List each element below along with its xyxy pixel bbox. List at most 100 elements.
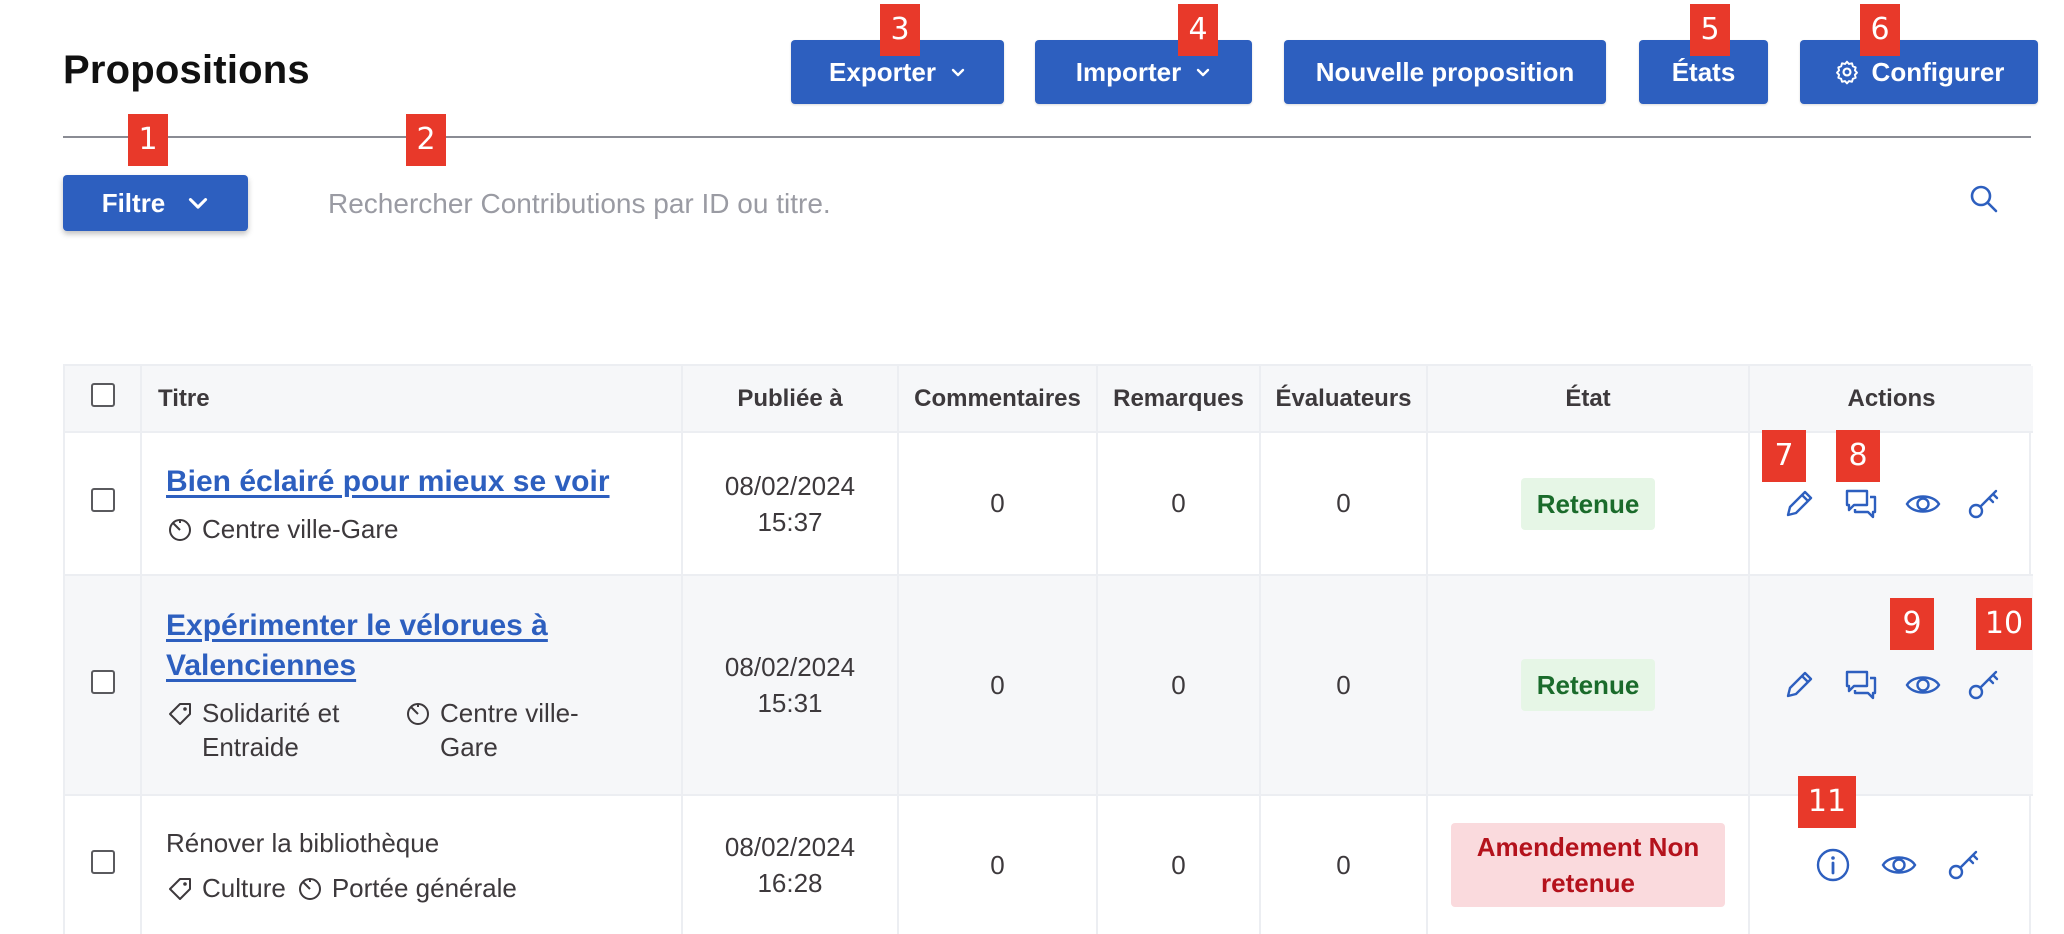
comments-count: 0 (898, 575, 1098, 796)
filter-button[interactable]: Filtre (63, 175, 248, 231)
published-time: 16:28 (757, 868, 823, 898)
actions-cell (1749, 795, 2033, 934)
comments-icon[interactable] (1842, 666, 1880, 704)
table-row: Rénover la bibliothèque Culture Portée g… (65, 795, 2033, 934)
scope-tag: Centre ville-Gare (166, 512, 399, 546)
proposals-table: Titre Publiée à Commentaires Remarques É… (63, 364, 2033, 934)
header-state[interactable]: État (1427, 366, 1750, 433)
row-actions (1750, 485, 2033, 523)
published-cell: 08/02/2024 15:37 (682, 432, 899, 576)
row-checkbox[interactable] (90, 669, 115, 694)
header-evaluators[interactable]: Évaluateurs (1260, 366, 1428, 433)
marker-3: 3 (880, 4, 920, 56)
chevron-down-icon (1197, 68, 1210, 77)
published-time: 15:37 (757, 506, 823, 537)
import-button-label: Importer (1075, 56, 1182, 87)
proposal-title-line1: Expérimenter le vélorues à (166, 609, 548, 642)
proposal-title-link[interactable]: Bien éclairé pour mieux se voir (166, 462, 669, 502)
row-actions (1750, 846, 2033, 884)
category-tag: Culture (166, 871, 286, 905)
marker-8: 8 (1836, 430, 1880, 482)
search-input[interactable] (310, 180, 1930, 228)
status-line2: retenue (1541, 868, 1635, 898)
configure-button-label: Configurer (1871, 56, 2005, 87)
published-date: 08/02/2024 (724, 832, 856, 862)
key-icon[interactable] (1966, 666, 2004, 704)
category-label: Solidarité et Entraide (202, 696, 339, 764)
header-published[interactable]: Publiée à (682, 366, 899, 433)
select-all-cell (65, 366, 142, 433)
published-date: 08/02/2024 (724, 470, 856, 501)
row-select-cell (65, 795, 142, 934)
marker-10: 10 (1976, 598, 2032, 650)
row-select-cell (65, 575, 142, 796)
configure-button[interactable]: Configurer (1800, 40, 2038, 104)
row-checkbox[interactable] (90, 849, 115, 874)
evaluators-count: 0 (1260, 432, 1428, 576)
header-comments[interactable]: Commentaires (898, 366, 1098, 433)
eye-icon[interactable] (1904, 485, 1942, 523)
key-icon[interactable] (1966, 485, 2004, 523)
marker-7: 7 (1762, 430, 1806, 482)
header-title[interactable]: Titre (141, 366, 683, 433)
marker-5: 5 (1690, 4, 1730, 56)
table-row: Bien éclairé pour mieux se voir Centre v… (65, 432, 2033, 576)
scope-icon (169, 518, 191, 541)
published-cell: 08/02/2024 16:28 (682, 795, 899, 934)
scope-icon (407, 703, 429, 725)
eye-icon[interactable] (1904, 666, 1942, 704)
proposal-meta: Culture Portée générale (166, 871, 669, 905)
pencil-icon[interactable] (1780, 485, 1818, 523)
search-icon[interactable] (1968, 183, 2000, 215)
comments-count: 0 (898, 432, 1098, 576)
scope-label: Centre ville- Gare (440, 696, 579, 764)
scope-tag: Centre ville- Gare (404, 696, 632, 764)
remarks-count: 0 (1097, 795, 1261, 934)
row-actions (1750, 666, 2033, 704)
category-tag: Solidarité et Entraide (166, 696, 394, 764)
scope-line1: Centre ville- (440, 698, 579, 728)
pencil-icon[interactable] (1780, 666, 1818, 704)
header-remarks[interactable]: Remarques (1097, 366, 1261, 433)
category-line2: Entraide (202, 732, 299, 762)
scope-tag: Portée générale (296, 871, 517, 905)
import-button[interactable]: Importer (1035, 40, 1252, 104)
comments-count: 0 (898, 795, 1098, 934)
header-actions: Actions (1749, 366, 2033, 433)
state-cell: Amendement Non retenue (1427, 795, 1750, 934)
table-row: Expérimenter le vélorues à Valenciennes … (65, 575, 2033, 796)
row-select-cell (65, 432, 142, 576)
marker-1: 1 (128, 114, 168, 166)
chevron-down-icon (951, 68, 965, 77)
eye-icon[interactable] (1880, 846, 1918, 884)
table-header-row: Titre Publiée à Commentaires Remarques É… (65, 366, 2033, 433)
published-date: 08/02/2024 (724, 652, 856, 682)
scope-line2: Gare (440, 732, 498, 762)
published-cell: 08/02/2024 15:31 (682, 575, 899, 796)
key-icon[interactable] (1946, 846, 1984, 884)
published-time: 15:31 (757, 688, 823, 718)
proposal-meta: Centre ville-Gare (166, 512, 669, 546)
marker-11: 11 (1798, 776, 1856, 828)
category-line1: Solidarité et (202, 698, 340, 728)
new-proposal-button[interactable]: Nouvelle proposition (1284, 40, 1606, 104)
title-cell: Rénover la bibliothèque Culture Portée g… (141, 795, 683, 934)
scope-label: Portée générale (331, 873, 517, 903)
states-button-label: États (1671, 56, 1736, 87)
info-icon[interactable] (1814, 846, 1852, 884)
scope-icon (298, 878, 321, 900)
page-title: Propositions (63, 48, 310, 92)
row-checkbox[interactable] (90, 488, 115, 512)
proposal-title-link[interactable]: Expérimenter le vélorues à Valenciennes (166, 606, 669, 686)
remarks-count: 0 (1097, 575, 1261, 796)
chevron-down-icon (189, 198, 208, 209)
title-cell: Expérimenter le vélorues à Valenciennes … (141, 575, 683, 796)
remarks-count: 0 (1097, 432, 1261, 576)
select-all-checkbox[interactable] (90, 383, 115, 407)
marker-2: 2 (406, 114, 446, 166)
filter-button-label: Filtre (101, 187, 166, 218)
header-divider (63, 136, 2031, 138)
status-badge: Amendement Non retenue (1450, 823, 1726, 907)
state-cell: Retenue (1427, 575, 1750, 796)
comments-icon[interactable] (1842, 485, 1880, 523)
